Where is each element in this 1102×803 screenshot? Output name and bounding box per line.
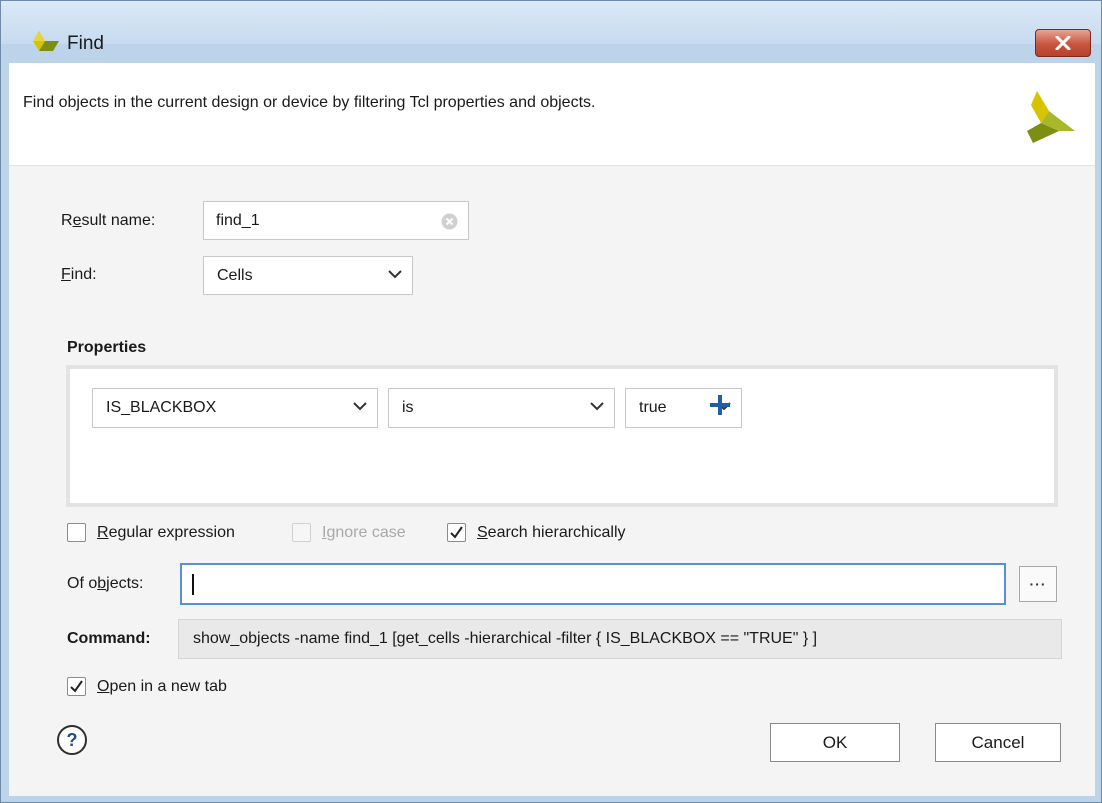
- close-button[interactable]: [1035, 29, 1091, 57]
- checkmark-icon: [450, 526, 463, 539]
- xilinx-logo-icon: [33, 31, 59, 51]
- help-button[interactable]: ?: [57, 725, 87, 755]
- search-hierarchically-label: Search hierarchically: [477, 524, 626, 541]
- regular-expression-label: Regular expression: [97, 524, 235, 541]
- banner-description: Find objects in the current design or de…: [23, 94, 596, 111]
- dialog-client-area: Find objects in the current design or de…: [9, 63, 1095, 796]
- browse-objects-button[interactable]: ···: [1019, 566, 1057, 602]
- ignore-case-checkbox[interactable]: [292, 523, 311, 542]
- text-cursor: [192, 574, 194, 595]
- find-label: Find:: [61, 266, 97, 283]
- xilinx-logo-icon: [1027, 91, 1075, 143]
- find-type-select[interactable]: Cells: [203, 256, 413, 295]
- find-dialog: Find Find objects in the current design …: [0, 0, 1102, 803]
- properties-filter-panel: [66, 365, 1058, 507]
- plus-icon[interactable]: [708, 393, 732, 417]
- dialog-body: Result name: find_1 Find: Cells Properti…: [9, 166, 1095, 796]
- search-hierarchically-checkbox[interactable]: [447, 523, 466, 542]
- property-name-select[interactable]: IS_BLACKBOX: [92, 388, 378, 428]
- result-name-label: Result name:: [61, 212, 156, 229]
- property-operator-select[interactable]: is: [388, 388, 615, 428]
- command-text: show_objects -name find_1 [get_cells -hi…: [193, 630, 818, 647]
- property-name-value: IS_BLACKBOX: [106, 399, 217, 416]
- command-label: Command:: [67, 630, 151, 647]
- ignore-case-label: Ignore case: [322, 524, 406, 541]
- chevron-down-icon: [388, 270, 402, 279]
- property-value-value: true: [639, 399, 667, 416]
- help-icon: ?: [66, 729, 78, 750]
- ok-button[interactable]: OK: [770, 723, 900, 762]
- regular-expression-checkbox[interactable]: [67, 523, 86, 542]
- open-in-new-tab-checkbox[interactable]: [67, 677, 86, 696]
- result-name-input[interactable]: find_1: [203, 201, 469, 240]
- chevron-down-icon: [590, 402, 604, 411]
- title-bar: Find: [1, 1, 1101, 57]
- result-name-value: find_1: [216, 212, 260, 229]
- find-type-value: Cells: [217, 267, 253, 284]
- chevron-down-icon: [353, 402, 367, 411]
- checkmark-icon: [70, 680, 83, 693]
- cancel-button[interactable]: Cancel: [935, 723, 1061, 762]
- of-objects-label: Of objects:: [67, 575, 144, 592]
- description-banner: Find objects in the current design or de…: [9, 63, 1095, 166]
- properties-heading: Properties: [67, 339, 147, 356]
- command-preview: show_objects -name find_1 [get_cells -hi…: [178, 619, 1062, 659]
- of-objects-input[interactable]: [180, 563, 1006, 605]
- close-icon: [1055, 36, 1071, 50]
- open-in-new-tab-label: Open in a new tab: [97, 678, 227, 695]
- property-operator-value: is: [402, 399, 414, 416]
- window-title: Find: [67, 33, 104, 54]
- clear-icon[interactable]: [441, 213, 458, 230]
